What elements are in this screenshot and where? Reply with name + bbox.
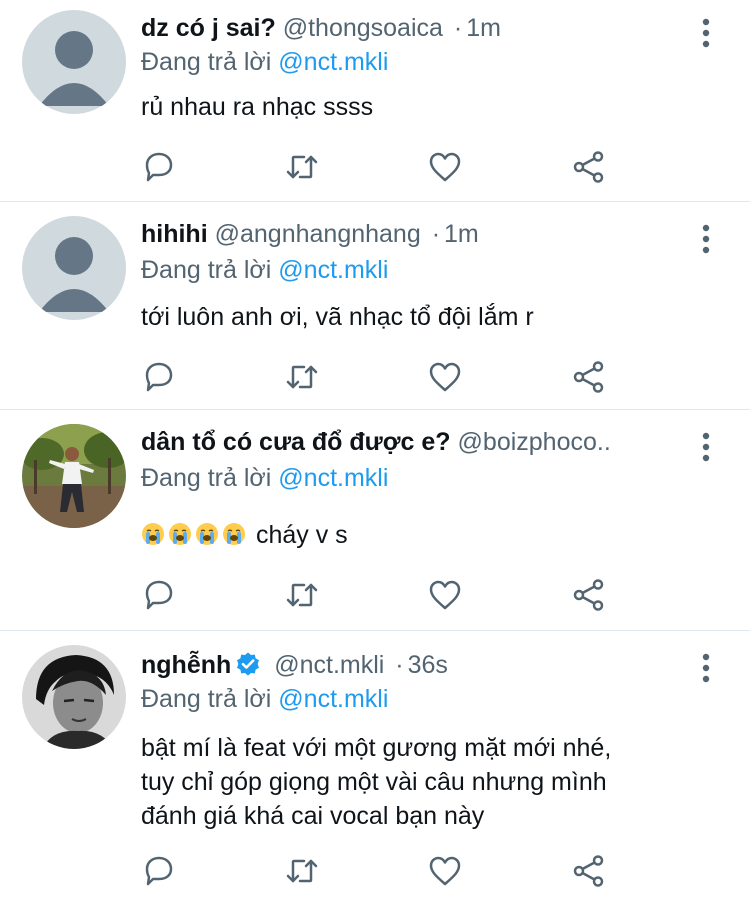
tweet-header: dân tổ có cưa đổ được e? @boizphoco..	[141, 426, 611, 458]
tweet-text-line: bật mí là feat với một gương mặt mới nhé…	[141, 734, 612, 762]
more-options-icon[interactable]	[702, 18, 710, 53]
separator: ·	[431, 220, 441, 248]
share-icon[interactable]	[571, 149, 607, 185]
replying-to: Đang trả lời @nct.mkli	[141, 462, 388, 494]
share-icon[interactable]	[571, 359, 607, 395]
more-options-icon[interactable]	[702, 432, 710, 467]
replying-to: Đang trả lời @nct.mkli	[141, 683, 388, 715]
reply-icon[interactable]	[141, 577, 177, 613]
tweet-header: dz có j sai? @thongsoaica · 1m	[141, 12, 501, 44]
separator: ·	[453, 14, 463, 42]
username[interactable]: @nct.mkli	[274, 651, 384, 679]
retweet-icon[interactable]	[284, 853, 320, 889]
tweet-text: bật mí là feat với một gương mặt mới nhé…	[141, 731, 611, 833]
action-bar	[141, 359, 621, 395]
separator: ·	[395, 651, 404, 679]
display-name[interactable]: dz có j sai?	[141, 14, 276, 42]
action-bar	[141, 577, 621, 613]
mention-link[interactable]: @nct.mkli	[278, 256, 388, 284]
more-options-icon[interactable]	[702, 224, 710, 259]
tweet-text-body: cháy v s	[255, 521, 348, 549]
replying-to-label: Đang trả lời	[141, 256, 272, 284]
replying-to: Đang trả lời @nct.mkli	[141, 46, 388, 78]
tweet-text-line: đánh giá khá cai vocal bạn này	[141, 802, 485, 830]
tweet[interactable]: dân tổ có cưa đổ được e? @boizphoco.. Đa…	[0, 410, 750, 631]
verified-badge-icon	[237, 652, 260, 676]
replying-to-label: Đang trả lời	[141, 48, 272, 76]
avatar[interactable]	[22, 645, 126, 749]
share-icon[interactable]	[571, 577, 607, 613]
username[interactable]: @thongsoaica	[283, 14, 443, 42]
reply-icon[interactable]	[141, 853, 177, 889]
like-icon[interactable]	[427, 149, 463, 185]
replying-to: Đang trả lời @nct.mkli	[141, 254, 388, 286]
share-icon[interactable]	[571, 853, 607, 889]
crying-emoji	[223, 523, 245, 545]
avatar[interactable]	[22, 424, 126, 528]
tweet[interactable]: hihihi @angnhangnhang · 1m Đang trả lời @…	[0, 202, 750, 410]
replying-to-label: Đang trả lời	[141, 464, 272, 492]
display-name[interactable]: hihihi	[141, 220, 208, 248]
username[interactable]: @angnhangnhang	[215, 220, 421, 248]
username[interactable]: @boizphoco..	[458, 428, 611, 456]
like-icon[interactable]	[427, 359, 463, 395]
crying-emoji	[169, 523, 191, 545]
retweet-icon[interactable]	[284, 577, 320, 613]
like-icon[interactable]	[427, 853, 463, 889]
emoji-row	[141, 521, 249, 549]
tweet-header: hihihi @angnhangnhang · 1m	[141, 218, 479, 250]
avatar[interactable]	[22, 10, 126, 114]
timestamp[interactable]: 1m	[466, 14, 501, 42]
tweet-header: nghễnh @nct.mkli · 36s	[141, 649, 448, 681]
more-options-icon[interactable]	[702, 653, 710, 688]
action-bar	[141, 149, 621, 185]
tweet-text: tới luôn anh ơi, vã nhạc tổ đội lắm r	[141, 303, 534, 331]
reply-icon[interactable]	[141, 359, 177, 395]
replying-to-label: Đang trả lời	[141, 685, 272, 713]
like-icon[interactable]	[427, 577, 463, 613]
mention-link[interactable]: @nct.mkli	[278, 48, 388, 76]
timestamp[interactable]: 1m	[444, 220, 479, 248]
tweet-text-line: tuy chỉ góp giọng một vài câu nhưng mình	[141, 768, 607, 796]
display-name[interactable]: dân tổ có cưa đổ được e?	[141, 428, 451, 456]
avatar[interactable]	[22, 216, 126, 320]
timestamp[interactable]: 36s	[408, 651, 448, 679]
tweet[interactable]: dz có j sai? @thongsoaica · 1m Đang trả l…	[0, 0, 750, 202]
retweet-icon[interactable]	[284, 359, 320, 395]
crying-emoji	[196, 523, 218, 545]
tweet-text: rủ nhau ra nhạc ssss	[141, 93, 374, 121]
mention-link[interactable]: @nct.mkli	[278, 464, 388, 492]
reply-icon[interactable]	[141, 149, 177, 185]
retweet-icon[interactable]	[284, 149, 320, 185]
action-bar	[141, 853, 621, 889]
tweet[interactable]: nghễnh @nct.mkli · 36s Đang trả lời @nct.…	[0, 631, 750, 901]
tweet-text: cháy v s	[141, 518, 348, 552]
crying-emoji	[142, 523, 164, 545]
display-name[interactable]: nghễnh	[141, 651, 231, 679]
mention-link[interactable]: @nct.mkli	[278, 685, 388, 713]
